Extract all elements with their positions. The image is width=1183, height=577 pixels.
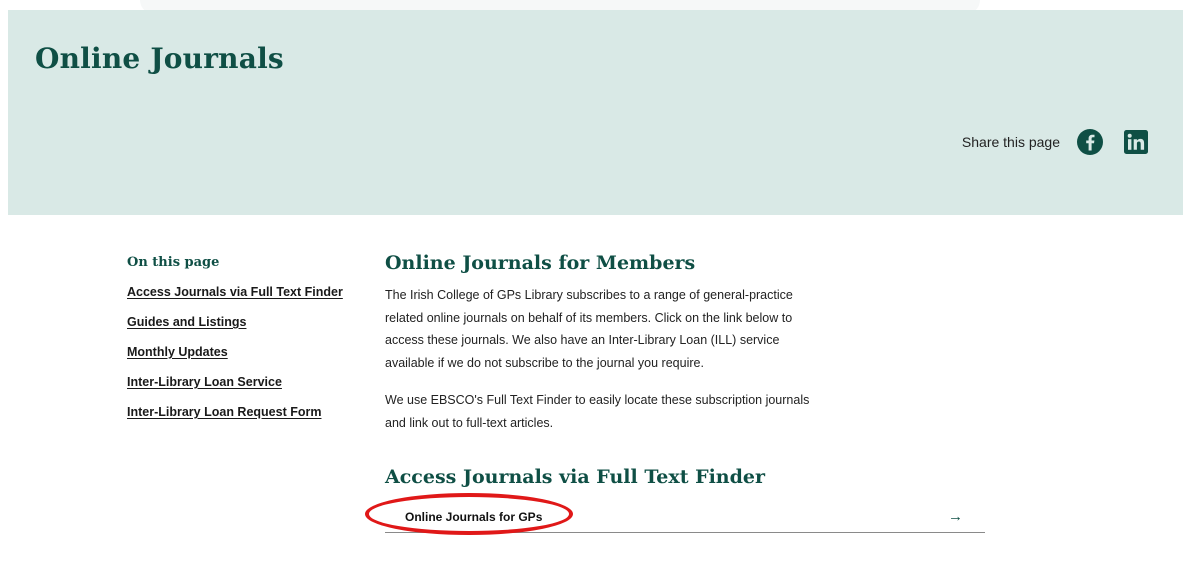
link-row-label: Online Journals for GPs — [405, 510, 543, 524]
sidebar-link-ill-service[interactable]: Inter-Library Loan Service — [127, 374, 357, 390]
arrow-right-icon: → — [948, 508, 963, 525]
linkedin-icon[interactable] — [1124, 130, 1148, 154]
share-label: Share this page — [961, 134, 1060, 150]
main-content: Online Journals for Members The Irish Co… — [365, 252, 985, 535]
page-title: Online Journals — [35, 42, 284, 75]
intro-paragraph: The Irish College of GPs Library subscri… — [385, 288, 793, 370]
on-this-page-nav: On this page Access Journals via Full Te… — [127, 255, 357, 434]
online-journals-for-gps-link[interactable]: Online Journals for GPs → — [365, 493, 985, 535]
page-header-banner: Online Journals Share this page — [8, 10, 1183, 215]
sidebar-link-monthly-updates[interactable]: Monthly Updates — [127, 344, 357, 360]
ebsco-paragraph: We use EBSCO's Full Text Finder to easil… — [385, 393, 810, 430]
facebook-icon[interactable] — [1076, 128, 1104, 156]
sidebar-link-ill-request-form[interactable]: Inter-Library Loan Request Form — [127, 404, 357, 420]
sidebar-link-full-text-finder[interactable]: Access Journals via Full Text Finder — [127, 284, 357, 300]
share-bar: Share this page — [962, 128, 1148, 156]
page: Online Journals Share this page On this — [0, 0, 1183, 577]
section-title-members: Online Journals for Members — [385, 252, 696, 274]
section-title-full-text-finder: Access Journals via Full Text Finder — [385, 466, 765, 488]
sidebar-link-guides-listings[interactable]: Guides and Listings — [127, 314, 357, 330]
on-this-page-heading: On this page — [127, 255, 220, 270]
